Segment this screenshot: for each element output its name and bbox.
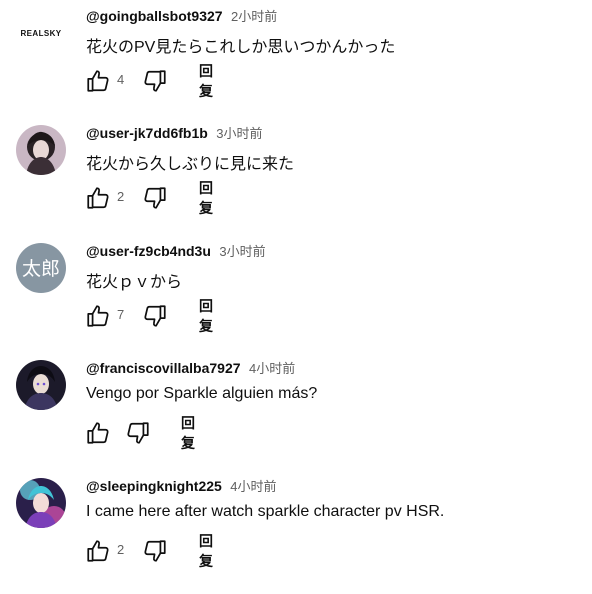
dislike-button[interactable] <box>140 183 170 213</box>
thumbs-up-icon <box>87 305 109 327</box>
comment-time[interactable]: 3小时前 <box>219 244 265 259</box>
thumbs-down-icon <box>144 540 166 562</box>
like-button[interactable] <box>83 183 113 213</box>
comment-text: I came here after watch sparkle characte… <box>86 503 445 520</box>
comment-author[interactable]: @goingballsbot9327 <box>86 8 223 24</box>
avatar[interactable]: REALSKY <box>16 8 66 58</box>
comment-author[interactable]: @user-jk7dd6fb1b <box>86 125 208 141</box>
comment: @sleepingknight225 4小时前 I came here afte… <box>0 476 592 594</box>
comment-text: 花火のPV見たらこれしか思いつかんかった <box>86 39 396 56</box>
like-count: 2 <box>117 189 125 204</box>
dislike-button[interactable] <box>140 536 170 566</box>
like-count: 4 <box>117 72 125 87</box>
comment: 太郎 @user-fz9cb4nd3u 3小时前 花火ｐｖから 7 回复 <box>0 241 592 359</box>
like-button[interactable] <box>83 418 113 448</box>
dislike-button[interactable] <box>140 66 170 96</box>
thumbs-down-icon <box>144 70 166 92</box>
comment-author[interactable]: @franciscovillalba7927 <box>86 360 241 376</box>
comment-list: REALSKY @goingballsbot9327 2小时前 花火のPV見たら… <box>0 0 592 588</box>
thumbs-up-icon <box>87 540 109 562</box>
reply-button[interactable]: 回复 <box>181 415 195 451</box>
thumbs-up-icon <box>87 422 109 444</box>
reply-button[interactable]: 回复 <box>199 63 213 99</box>
like-button[interactable] <box>83 536 113 566</box>
comment-text: 花火から久しぶりに見に来た <box>86 156 295 173</box>
like-count: 7 <box>117 307 125 322</box>
avatar-initials: 太郎 <box>22 258 60 280</box>
comment-author[interactable]: @user-fz9cb4nd3u <box>86 243 211 259</box>
dislike-button[interactable] <box>140 301 170 331</box>
thumbs-up-icon <box>87 187 109 209</box>
comment: REALSKY @goingballsbot9327 2小时前 花火のPV見たら… <box>0 6 592 124</box>
thumbs-down-icon <box>127 422 149 444</box>
dislike-button[interactable] <box>123 418 153 448</box>
comment-author[interactable]: @sleepingknight225 <box>86 478 222 494</box>
comment-time[interactable]: 2小时前 <box>231 9 277 24</box>
reply-button[interactable]: 回复 <box>199 298 213 334</box>
like-button[interactable] <box>83 301 113 331</box>
comment-text: 花火ｐｖから <box>86 274 183 291</box>
thumbs-down-icon <box>144 187 166 209</box>
thumbs-up-icon <box>87 70 109 92</box>
avatar[interactable]: 太郎 <box>16 243 66 293</box>
like-button[interactable] <box>83 66 113 96</box>
comment-time[interactable]: 3小时前 <box>216 126 262 141</box>
comment-time[interactable]: 4小时前 <box>249 361 295 376</box>
avatar[interactable] <box>16 478 66 528</box>
comment: @franciscovillalba7927 4小时前 Vengo por Sp… <box>0 358 592 476</box>
thumbs-down-icon <box>144 305 166 327</box>
avatar[interactable] <box>16 125 66 175</box>
comment-text: Vengo por Sparkle alguien más? <box>86 385 318 402</box>
comment-time[interactable]: 4小时前 <box>230 479 276 494</box>
avatar[interactable] <box>16 360 66 410</box>
reply-button[interactable]: 回复 <box>199 180 213 216</box>
avatar-logo-text: REALSKY <box>20 29 61 38</box>
reply-button[interactable]: 回复 <box>199 533 213 569</box>
comment: @user-jk7dd6fb1b 3小时前 花火から久しぶりに見に来た 2 回复 <box>0 123 592 241</box>
like-count: 2 <box>117 542 125 557</box>
